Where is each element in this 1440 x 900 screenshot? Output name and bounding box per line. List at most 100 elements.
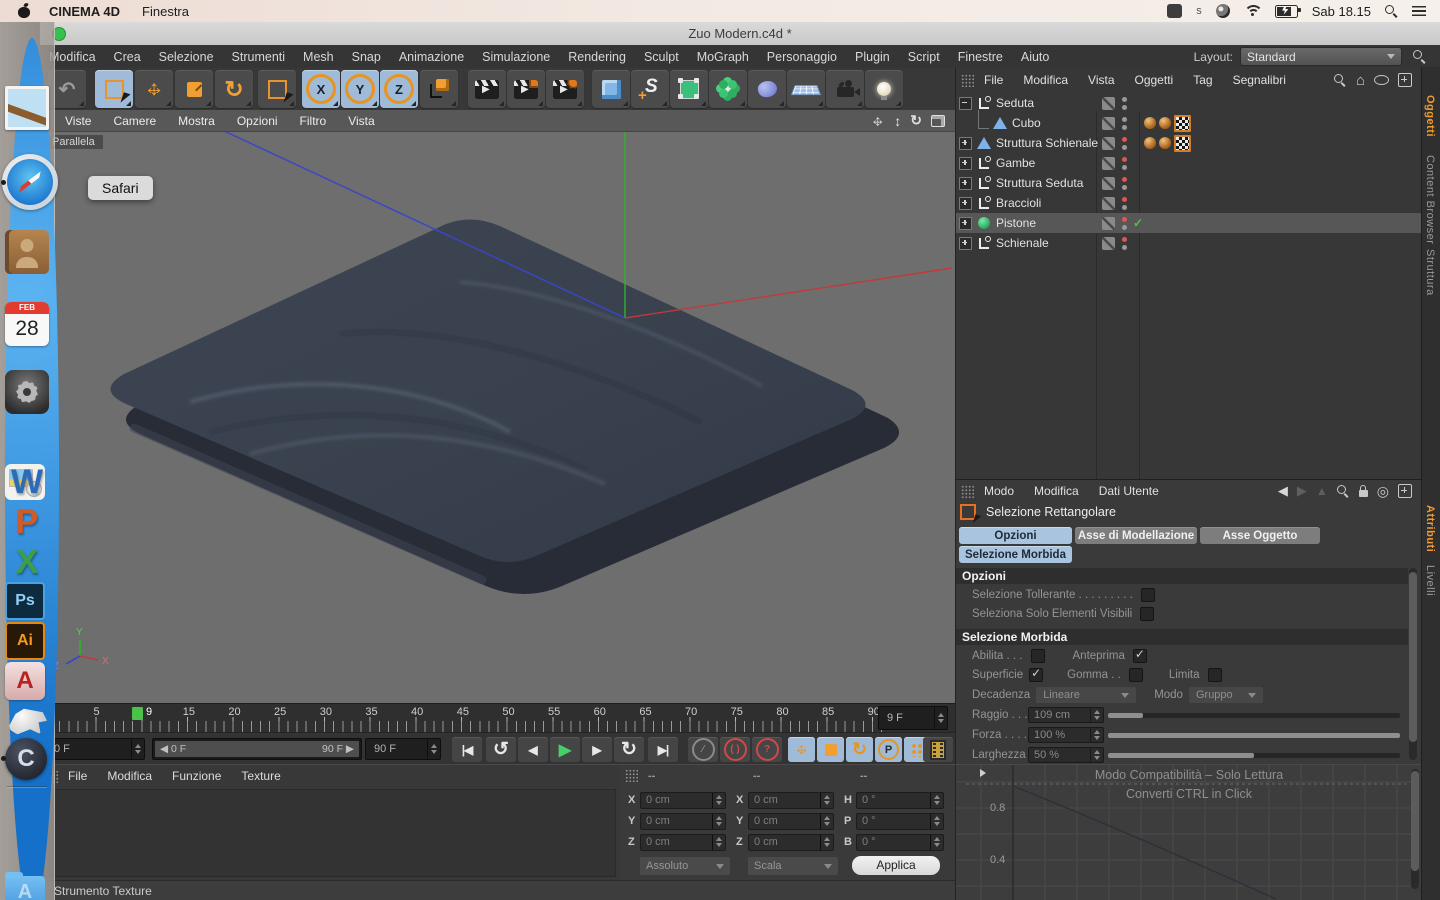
search-icon[interactable]: [1334, 74, 1347, 87]
scale-z-stepper[interactable]: [820, 835, 833, 850]
tab-selezione-morbida[interactable]: Selezione Morbida: [959, 546, 1072, 563]
toggle-view-icon[interactable]: [931, 115, 945, 127]
render-settings-button[interactable]: [546, 70, 584, 108]
layout-dropdown[interactable]: Standard: [1240, 47, 1402, 66]
solo-visibili-checkbox[interactable]: [1140, 607, 1154, 621]
abilita-checkbox[interactable]: [1031, 649, 1045, 663]
history-back-icon[interactable]: ◀: [1278, 483, 1288, 499]
pos-z-stepper[interactable]: [712, 835, 725, 850]
object-name[interactable]: Struttura Schienale: [996, 136, 1098, 150]
section-opzioni[interactable]: Opzioni: [956, 568, 1408, 584]
object-name[interactable]: Braccioli: [996, 196, 1041, 210]
scale-y-stepper[interactable]: [820, 814, 833, 829]
lock-y-button[interactable]: Y: [341, 70, 379, 108]
menu-item-file[interactable]: File: [974, 73, 1013, 87]
target-icon[interactable]: [1377, 483, 1389, 500]
dock-cinema4d[interactable]: C: [5, 738, 47, 780]
collapse-icon[interactable]: [959, 97, 972, 110]
menu-item-vista[interactable]: Vista: [1078, 73, 1124, 87]
scale-z-field[interactable]: 0 cm: [748, 834, 834, 851]
object-row-pistone[interactable]: Pistone ✓: [956, 213, 1422, 233]
menubar-clock[interactable]: Sab 18.15: [1312, 4, 1371, 19]
range-start-stepper[interactable]: [131, 739, 144, 759]
subdivision-surface-button[interactable]: [670, 70, 708, 108]
deformer-button[interactable]: [709, 70, 747, 108]
gomma-checkbox[interactable]: [1129, 668, 1143, 682]
menu-item-rendering[interactable]: Rendering: [559, 50, 635, 64]
menu-item-funzione[interactable]: Funzione: [162, 769, 231, 783]
record-key-button[interactable]: ⁄: [688, 737, 718, 762]
add-icon[interactable]: [1398, 484, 1412, 498]
spotlight-search-icon[interactable]: [1385, 5, 1398, 18]
cube-primitive-button[interactable]: [592, 70, 630, 108]
rot-p-stepper[interactable]: [930, 814, 943, 829]
expand-icon[interactable]: [959, 237, 972, 250]
visibility-dots[interactable]: [1122, 117, 1127, 130]
window-titlebar[interactable]: Zuo Modern.c4d *: [40, 22, 1440, 46]
adobe-status-icon[interactable]: [1167, 4, 1182, 18]
menu-item-viste[interactable]: Viste: [54, 114, 102, 128]
panel-grip-icon[interactable]: [961, 74, 974, 87]
lock-icon[interactable]: [1359, 490, 1368, 497]
keyframe-selection-button[interactable]: ?: [752, 737, 782, 762]
frame-stepper[interactable]: [934, 707, 947, 729]
pos-z-field[interactable]: 0 cm: [640, 834, 726, 851]
tab-asse-di-modellazione[interactable]: Asse di Modellazione: [1075, 527, 1197, 544]
menu-item-mesh[interactable]: Mesh: [294, 50, 343, 64]
dock-powerpoint[interactable]: P: [5, 500, 49, 544]
next-frame-button[interactable]: [582, 737, 612, 762]
menu-item-opzioni[interactable]: Opzioni: [226, 114, 289, 128]
raggio-stepper[interactable]: [1090, 708, 1103, 722]
enabled-check-icon[interactable]: ✓: [1133, 216, 1143, 230]
menu-item-file[interactable]: File: [58, 769, 97, 783]
material-tag-icon[interactable]: [1144, 117, 1156, 129]
tab-struttura[interactable]: Struttura: [1424, 249, 1436, 296]
lock-x-button[interactable]: X: [302, 70, 340, 108]
tab-oggetti[interactable]: Oggetti: [1424, 95, 1436, 137]
object-row-braccioli[interactable]: Braccioli: [956, 193, 1422, 213]
object-row-struttura-schienale[interactable]: Struttura Schienale: [956, 133, 1422, 153]
object-row-schienale[interactable]: Schienale: [956, 233, 1422, 253]
autokey-button[interactable]: ( ): [720, 737, 750, 762]
goto-start-button[interactable]: [452, 737, 482, 762]
live-selection-button[interactable]: [95, 70, 133, 108]
apple-icon[interactable]: [18, 4, 31, 19]
modo-dropdown[interactable]: Gruppo: [1189, 687, 1263, 703]
range-end-stepper[interactable]: [427, 739, 440, 759]
menu-item-aiuto[interactable]: Aiuto: [1012, 50, 1059, 64]
lock-z-button[interactable]: Z: [380, 70, 418, 108]
dock-illustrator[interactable]: Ai: [5, 622, 45, 660]
tab-livelli[interactable]: Livelli: [1424, 565, 1436, 596]
macos-menu-finestra[interactable]: Finestra: [142, 4, 189, 19]
object-row-struttura-seduta[interactable]: Struttura Seduta: [956, 173, 1422, 193]
dock-mail[interactable]: [5, 86, 49, 130]
visibility-dots[interactable]: [1122, 137, 1127, 150]
preview-range-slider[interactable]: ◀ 0 F 90 F ▶: [152, 738, 362, 760]
menu-item-strumenti[interactable]: Strumenti: [223, 50, 295, 64]
layer-icon[interactable]: [1102, 137, 1115, 150]
dock-photoshop[interactable]: Ps: [5, 582, 45, 620]
range-end-field[interactable]: 90 F: [365, 738, 441, 760]
menu-item-crea[interactable]: Crea: [105, 50, 150, 64]
home-icon[interactable]: [1356, 72, 1365, 89]
tab-content-browser[interactable]: Content Browser: [1424, 155, 1436, 244]
forza-slider[interactable]: [1108, 733, 1400, 738]
menu-item-camere[interactable]: Camere: [102, 114, 167, 128]
play-button[interactable]: [550, 737, 580, 762]
environment-button[interactable]: [748, 70, 786, 108]
dock-excel[interactable]: X: [5, 540, 49, 584]
light-button[interactable]: [865, 70, 903, 108]
object-name[interactable]: Pistone: [996, 216, 1036, 230]
expand-icon[interactable]: [959, 197, 972, 210]
menu-item-modifica[interactable]: Modifica: [97, 769, 162, 783]
rot-h-stepper[interactable]: [930, 793, 943, 808]
menu-item-finestre[interactable]: Finestre: [949, 50, 1012, 64]
menu-item-dati-utente[interactable]: Dati Utente: [1089, 484, 1169, 498]
layer-icon[interactable]: [1102, 177, 1115, 190]
visibility-dots[interactable]: [1122, 217, 1127, 230]
larghezza-field[interactable]: 50 %: [1028, 747, 1104, 763]
tab-attributi[interactable]: Attributi: [1424, 505, 1436, 552]
eye-icon[interactable]: [1374, 75, 1389, 85]
mini-timeline-button[interactable]: [923, 737, 953, 762]
object-row-seduta[interactable]: Seduta: [956, 93, 1422, 113]
